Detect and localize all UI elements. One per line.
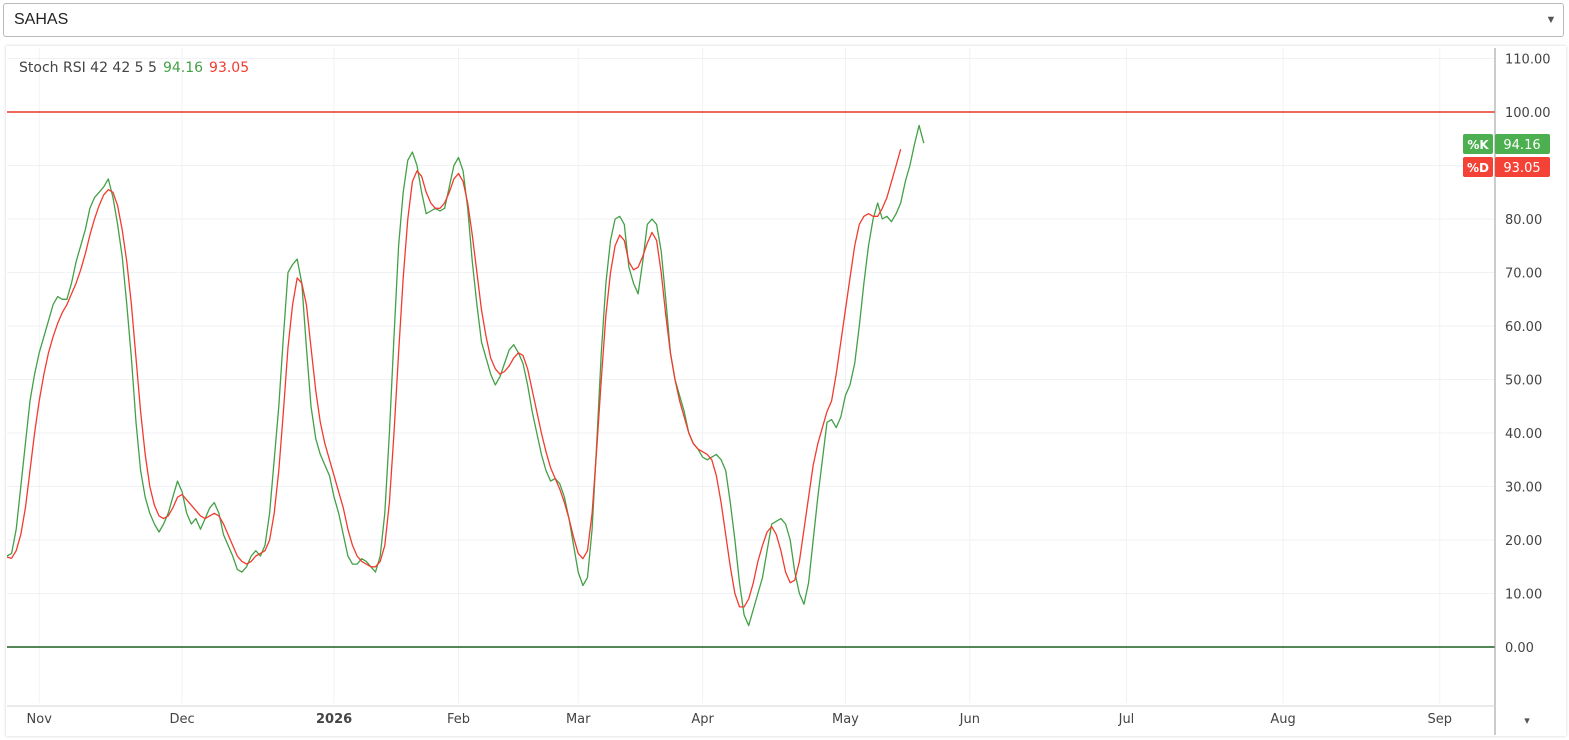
y-tick-label: 10.00 — [1505, 588, 1542, 603]
y-tick-label: 100.00 — [1505, 106, 1551, 121]
y-tick-label: 50.00 — [1505, 374, 1542, 389]
y-tick-label: 30.00 — [1505, 481, 1542, 496]
y-tick-label: 40.00 — [1505, 427, 1542, 442]
y-tick-label: 70.00 — [1505, 267, 1542, 282]
y-tick-label: 110.00 — [1505, 53, 1551, 68]
y-tick-label: 0.00 — [1505, 641, 1534, 656]
x-tick-label: Aug — [1270, 712, 1295, 727]
stoch-rsi-chart[interactable]: 110.00100.0090.0080.0070.0060.0050.0040.… — [0, 0, 1569, 740]
series-badge-label: %D — [1467, 161, 1489, 175]
series-badge-label: %K — [1467, 138, 1489, 152]
x-tick-label: Jun — [959, 712, 980, 727]
x-tick-label: May — [832, 712, 859, 727]
x-tick-label: Nov — [27, 712, 53, 727]
x-tick-label: Jul — [1118, 712, 1135, 727]
y-tick-label: 20.00 — [1505, 534, 1542, 549]
legend-k-value: 94.16 — [162, 60, 204, 76]
x-tick-label: Feb — [447, 712, 470, 727]
x-tick-label: Mar — [566, 712, 591, 727]
indicator-name: Stoch RSI 42 42 5 5 — [19, 60, 157, 76]
series-line-k — [6, 124, 925, 627]
indicator-legend: Stoch RSI 42 42 5 5 94.16 93.05 — [19, 60, 255, 76]
x-tick-label: 2026 — [316, 712, 352, 727]
y-tick-label: 60.00 — [1505, 320, 1542, 335]
series-line-d — [6, 149, 902, 608]
y-tick-label: 80.00 — [1505, 213, 1542, 228]
legend-d-value: 93.05 — [209, 60, 250, 76]
x-tick-label: Dec — [169, 712, 194, 727]
x-tick-label: Sep — [1427, 712, 1452, 727]
x-tick-label: Apr — [691, 712, 714, 727]
chevron-down-icon[interactable]: ▾ — [1524, 714, 1530, 727]
last-value-label: 93.05 — [1503, 161, 1540, 176]
last-value-label: 94.16 — [1503, 138, 1540, 153]
